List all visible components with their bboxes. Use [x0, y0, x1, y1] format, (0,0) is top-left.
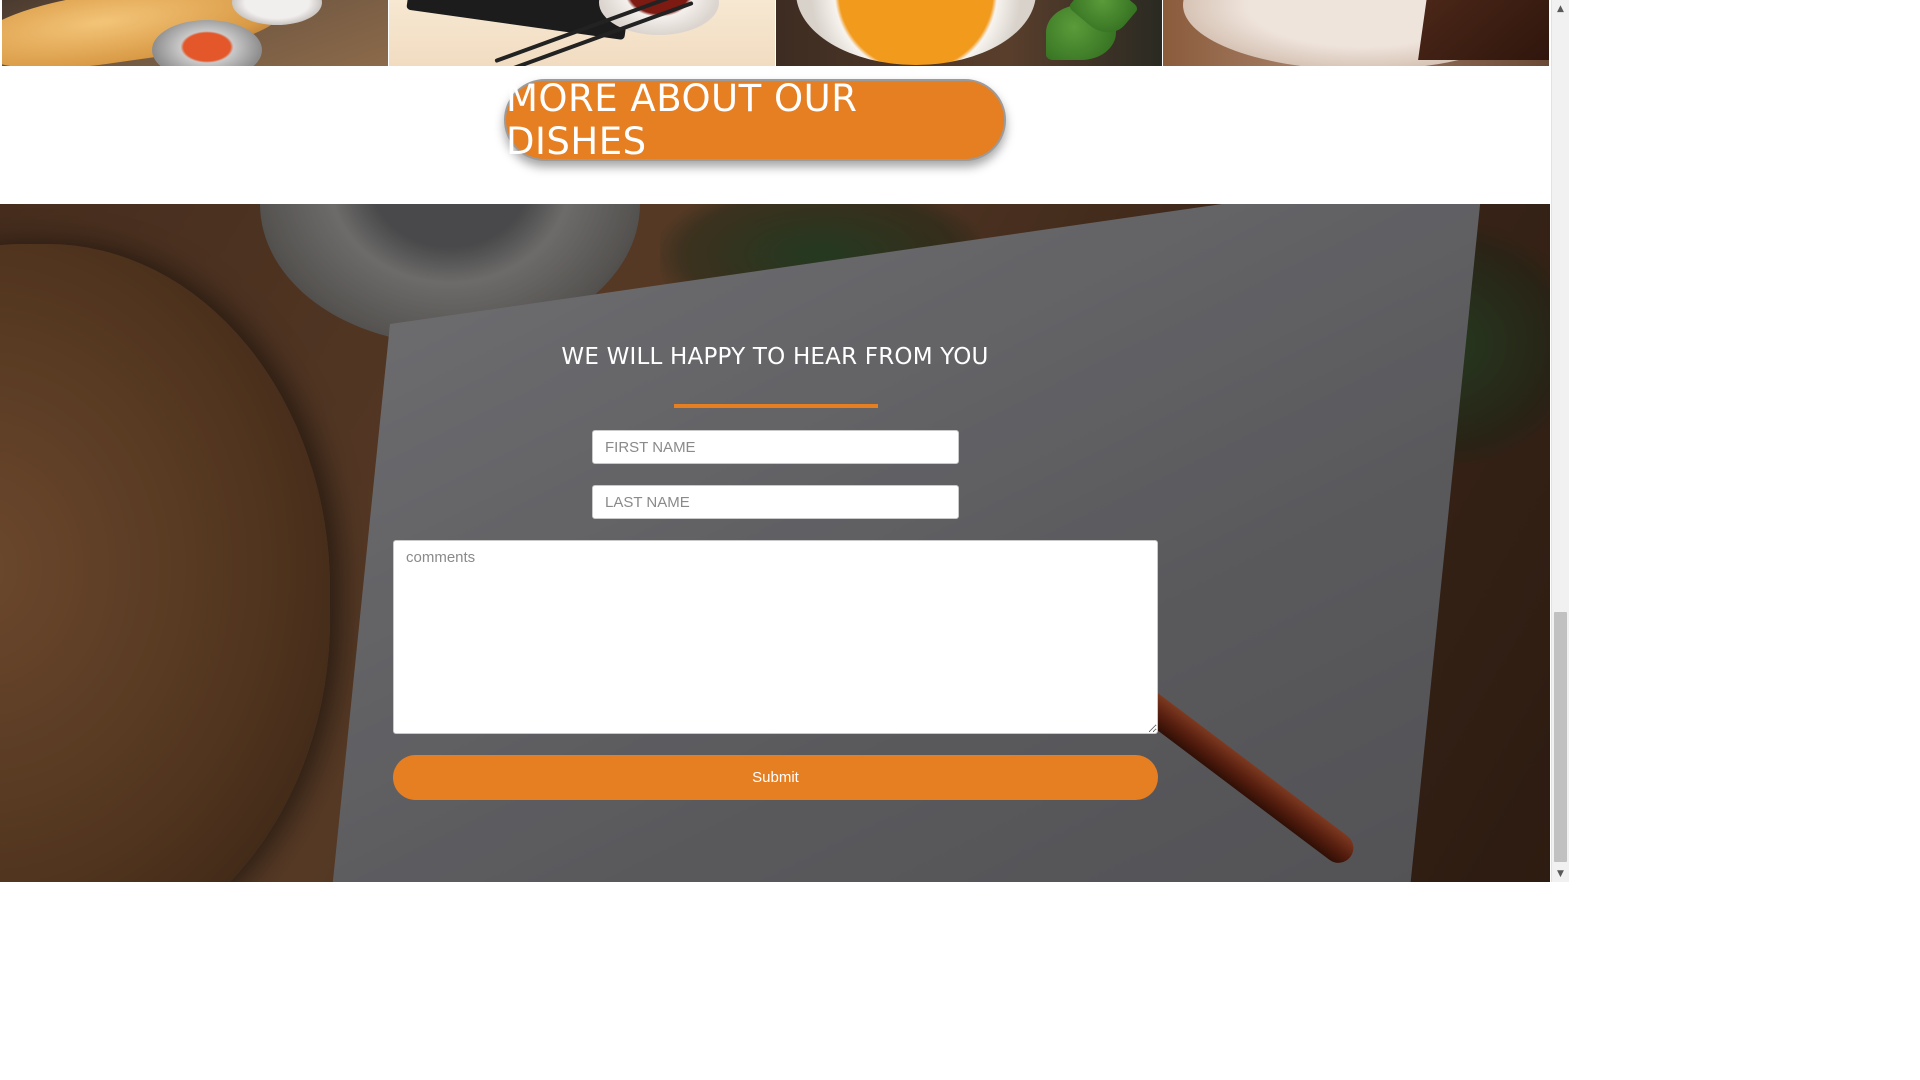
vertical-scrollbar[interactable]: ▲ ▼ [1551, 0, 1569, 882]
first-name-input[interactable] [592, 430, 959, 464]
dish-image-strip [2, 0, 1550, 66]
more-dishes-section: MORE ABOUT OUR DISHES [0, 66, 1550, 204]
contact-section: WE WILL HAPPY TO HEAR FROM YOU Submit [0, 204, 1550, 882]
contact-form-title: WE WILL HAPPY TO HEAR FROM YOU [561, 344, 989, 370]
title-underline [674, 404, 878, 408]
dish-image-cake [1163, 0, 1550, 66]
dish-image-dosa [2, 0, 389, 66]
last-name-input[interactable] [592, 485, 959, 519]
comments-textarea[interactable] [393, 540, 1158, 734]
scroll-down-icon[interactable]: ▼ [1552, 865, 1569, 882]
dish-image-soup [776, 0, 1163, 66]
scroll-up-icon[interactable]: ▲ [1552, 0, 1569, 17]
more-about-dishes-button[interactable]: MORE ABOUT OUR DISHES [504, 77, 1006, 163]
dish-image-sushi [389, 0, 776, 66]
scrollbar-thumb[interactable] [1554, 612, 1567, 862]
submit-button[interactable]: Submit [393, 755, 1158, 800]
